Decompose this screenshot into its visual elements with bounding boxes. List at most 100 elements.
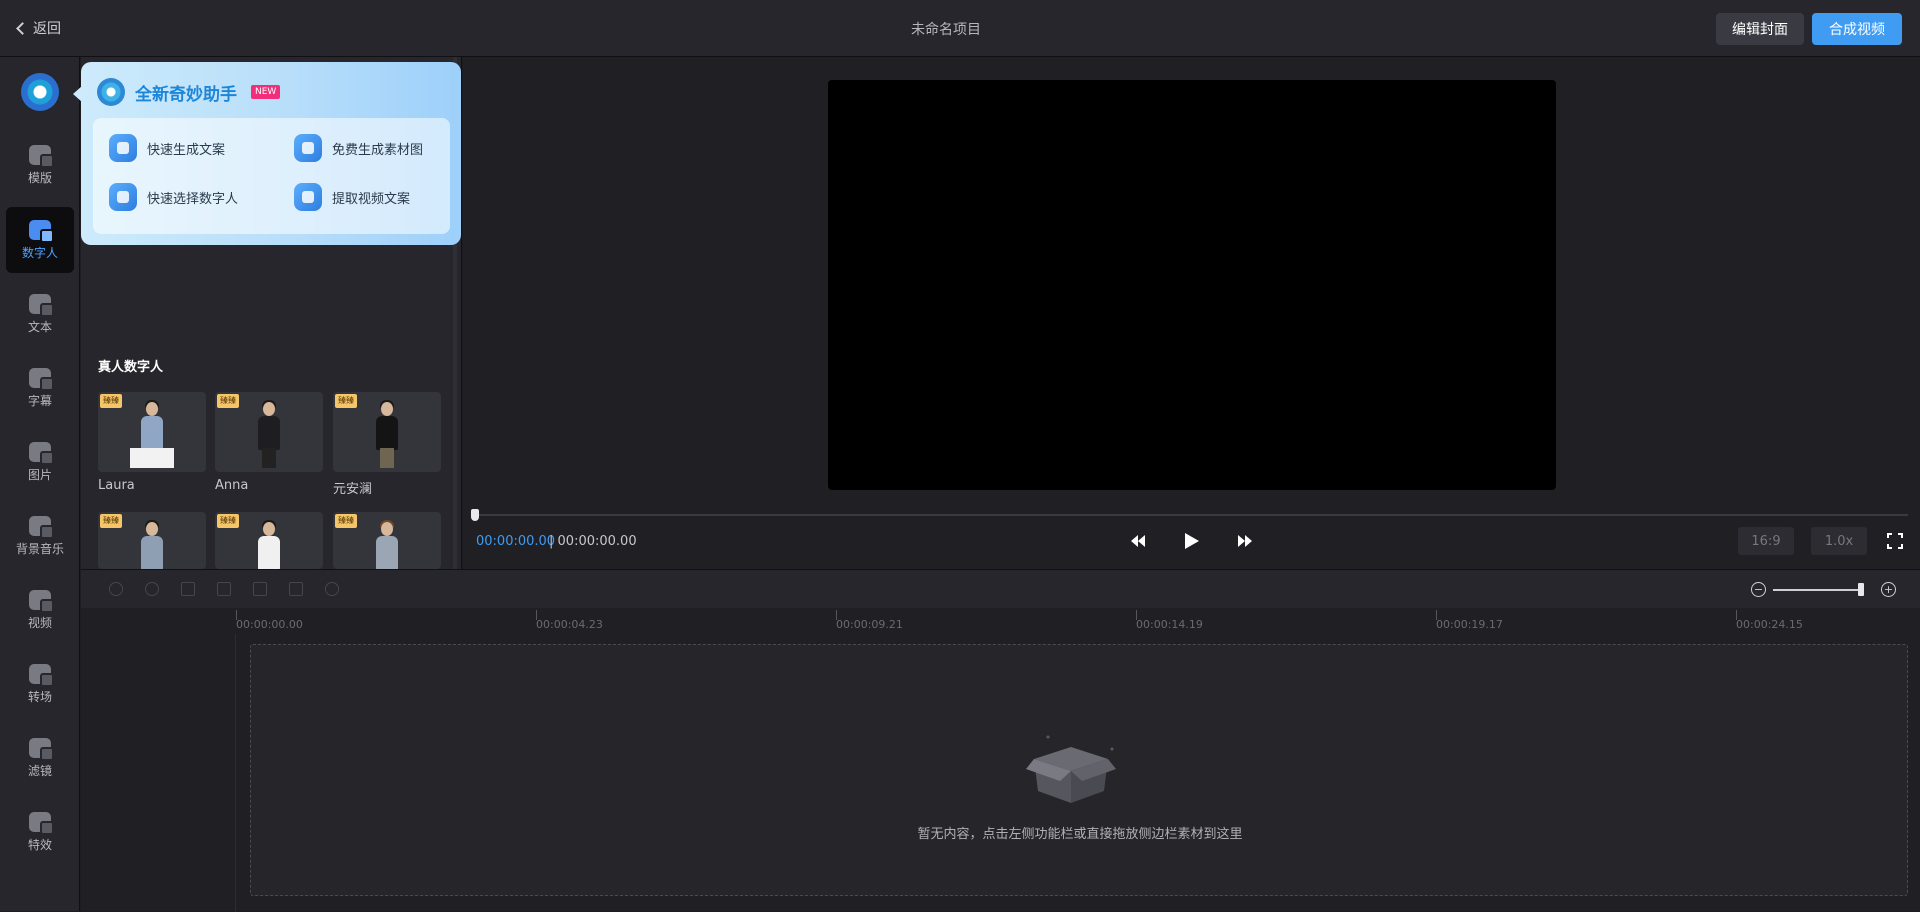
timeline-toolbar: − + bbox=[81, 570, 1920, 608]
nav-item-filter[interactable]: 滤镜 bbox=[6, 725, 74, 791]
section-title: 真人数字人 bbox=[98, 360, 164, 375]
ruler-label: 00:00:24.15 bbox=[1736, 618, 1803, 631]
effects-icon bbox=[29, 811, 54, 835]
crop-icon[interactable] bbox=[217, 582, 231, 596]
ruler-label: 00:00:00.00 bbox=[236, 618, 303, 631]
assistant-popup: 全新奇妙助手 NEW 快速生成文案 免费生成素材图 快速选择数字人 提取视频文案 bbox=[81, 62, 461, 245]
current-time: 00:00:00.00 bbox=[476, 534, 556, 549]
new-badge: NEW bbox=[251, 85, 281, 99]
avatar-name: Anna bbox=[215, 478, 249, 493]
empty-message: 暂无内容，点击左侧功能栏或直接拖放侧边栏素材到这里 bbox=[917, 827, 1243, 842]
nav-item-transition[interactable]: 转场 bbox=[6, 651, 74, 717]
generate-image-button[interactable]: 免费生成素材图 bbox=[294, 134, 423, 162]
compose-video-button[interactable]: 合成视频 bbox=[1812, 13, 1902, 45]
digital-human-card[interactable]: 臻臻 bbox=[215, 512, 323, 569]
assistant-logo-icon bbox=[97, 78, 125, 106]
redo-icon[interactable] bbox=[145, 582, 159, 596]
settings-icon[interactable] bbox=[325, 582, 339, 596]
playback-speed-button[interactable]: 1.0x bbox=[1811, 527, 1867, 555]
generate-copy-button[interactable]: 快速生成文案 bbox=[109, 134, 225, 162]
digital-human-card[interactable]: 臻臻 bbox=[333, 392, 441, 472]
music-icon bbox=[29, 515, 54, 539]
nav-item-text[interactable]: 文本 bbox=[6, 281, 74, 347]
nav-label: 特效 bbox=[27, 837, 52, 852]
empty-box-icon bbox=[1026, 735, 1116, 803]
copy-icon[interactable] bbox=[253, 582, 267, 596]
timeline-panel: − + 00:00:00.00 00:00:04.23 00:00:09.21 … bbox=[81, 569, 1920, 912]
nav-label: 模版 bbox=[27, 170, 52, 185]
nav-item-image[interactable]: 图片 bbox=[6, 429, 74, 495]
premium-badge: 臻臻 bbox=[217, 394, 239, 408]
video-canvas[interactable] bbox=[828, 80, 1556, 490]
nav-item-template[interactable]: 模版 bbox=[6, 132, 74, 198]
delete-icon[interactable] bbox=[289, 582, 303, 596]
play-button[interactable] bbox=[1181, 530, 1203, 552]
digital-human-card[interactable]: 臻臻 bbox=[98, 512, 206, 569]
undo-icon[interactable] bbox=[109, 582, 123, 596]
avatar-thumbnail bbox=[140, 520, 164, 569]
avatar-thumbnail bbox=[130, 400, 174, 470]
nav-item-video[interactable]: 视频 bbox=[6, 577, 74, 643]
fullscreen-button[interactable] bbox=[1884, 530, 1906, 552]
rewind-button[interactable] bbox=[1127, 530, 1149, 552]
subtitle-icon bbox=[29, 367, 54, 391]
video-icon bbox=[29, 589, 54, 613]
video-extract-icon bbox=[294, 183, 322, 211]
track-header-column bbox=[81, 634, 236, 912]
nav-label: 文本 bbox=[27, 319, 52, 334]
select-digital-human-button[interactable]: 快速选择数字人 bbox=[109, 183, 238, 211]
premium-badge: 臻臻 bbox=[335, 394, 357, 408]
digital-human-card[interactable]: 臻臻 bbox=[98, 392, 206, 472]
nav-item-music[interactable]: 背景音乐 bbox=[6, 503, 74, 569]
nav-item-digital-human[interactable]: 数字人 bbox=[6, 207, 74, 273]
playback-progress-handle[interactable] bbox=[471, 509, 479, 521]
ruler-label: 00:00:19.17 bbox=[1436, 618, 1503, 631]
fast-forward-button[interactable] bbox=[1234, 530, 1256, 552]
image-generate-icon bbox=[294, 134, 322, 162]
playback-progress-track[interactable] bbox=[473, 514, 1908, 516]
assistant-actions: 快速生成文案 免费生成素材图 快速选择数字人 提取视频文案 bbox=[93, 118, 450, 234]
assist-label: 提取视频文案 bbox=[332, 191, 411, 207]
rewind-icon bbox=[1131, 535, 1145, 547]
total-time: | 00:00:00.00 bbox=[549, 534, 637, 549]
digital-human-icon bbox=[29, 219, 54, 243]
total-time-value: 00:00:00.00 bbox=[557, 534, 637, 549]
avatar-thumbnail bbox=[257, 520, 281, 569]
top-bar: 返回 未命名项目 编辑封面 合成视频 bbox=[0, 0, 1920, 57]
timeline-ruler[interactable]: 00:00:00.00 00:00:04.23 00:00:09.21 00:0… bbox=[81, 608, 1920, 634]
nav-label: 背景音乐 bbox=[15, 541, 64, 556]
nav-label: 图片 bbox=[27, 467, 52, 482]
zoom-out-icon[interactable]: − bbox=[1751, 582, 1766, 597]
zoom-slider-track[interactable] bbox=[1773, 589, 1863, 591]
app-logo bbox=[21, 73, 59, 111]
fullscreen-icon bbox=[1887, 533, 1903, 549]
nav-label: 数字人 bbox=[21, 245, 58, 260]
zoom-slider-handle[interactable] bbox=[1858, 583, 1864, 596]
copywriting-icon bbox=[109, 134, 137, 162]
split-icon[interactable] bbox=[181, 582, 195, 596]
digital-human-card[interactable]: 臻臻 bbox=[333, 512, 441, 569]
nav-label: 视频 bbox=[27, 615, 52, 630]
aspect-ratio-button[interactable]: 16:9 bbox=[1738, 527, 1794, 555]
ruler-label: 00:00:14.19 bbox=[1136, 618, 1203, 631]
track-drop-zone[interactable]: 暂无内容，点击左侧功能栏或直接拖放侧边栏素材到这里 bbox=[250, 644, 1908, 896]
assistant-title: 全新奇妙助手 bbox=[135, 85, 237, 105]
digital-human-card[interactable]: 臻臻 bbox=[215, 392, 323, 472]
extract-video-copy-button[interactable]: 提取视频文案 bbox=[294, 183, 410, 211]
premium-badge: 臻臻 bbox=[100, 514, 122, 528]
premium-badge: 臻臻 bbox=[217, 514, 239, 528]
nav-label: 字幕 bbox=[27, 393, 52, 408]
zoom-in-icon[interactable]: + bbox=[1881, 582, 1896, 597]
assist-label: 免费生成素材图 bbox=[332, 142, 424, 158]
nav-item-effects[interactable]: 特效 bbox=[6, 799, 74, 865]
nav-label: 转场 bbox=[27, 689, 52, 704]
user-icon bbox=[109, 183, 137, 211]
nav-item-subtitle[interactable]: 字幕 bbox=[6, 355, 74, 421]
avatar-thumbnail bbox=[257, 400, 281, 470]
edit-cover-button[interactable]: 编辑封面 bbox=[1716, 13, 1804, 45]
ruler-label: 00:00:09.21 bbox=[836, 618, 903, 631]
assist-label: 快速生成文案 bbox=[147, 142, 226, 158]
transition-icon bbox=[29, 663, 54, 687]
template-icon bbox=[29, 144, 54, 168]
side-nav: 模版 数字人 文本 字幕 图片 背景音乐 视频 转场 滤镜 特效 bbox=[0, 57, 80, 911]
